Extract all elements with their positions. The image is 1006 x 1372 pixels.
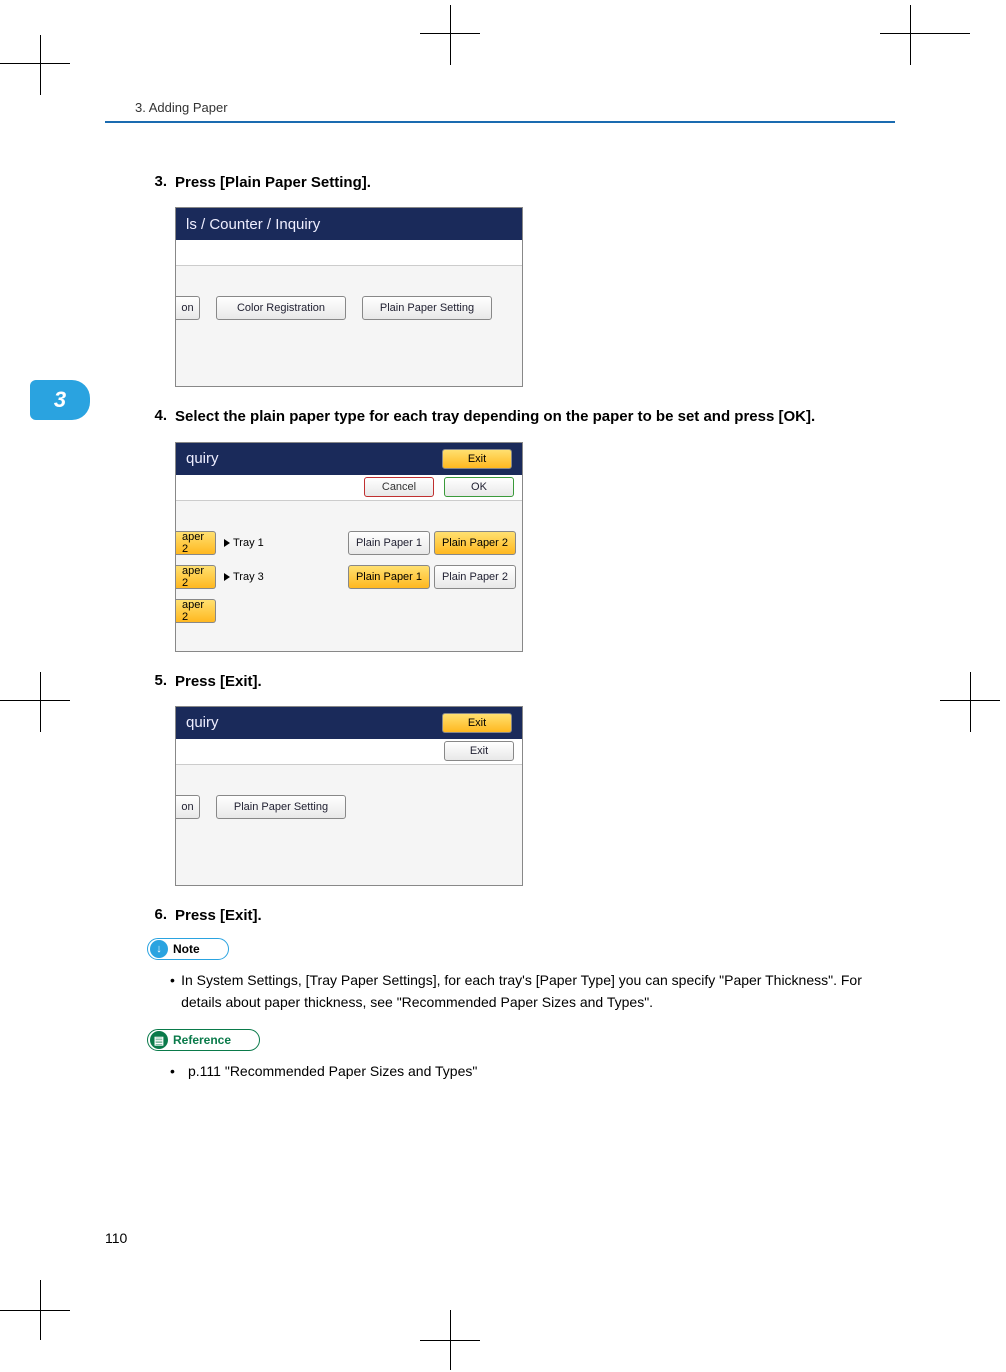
down-arrow-icon: ↓ [150, 940, 168, 958]
screen-titlebar: ls / Counter / Inquiry [176, 208, 522, 240]
page-header: 3. Adding Paper [105, 100, 895, 123]
step-text: Press [Exit]. [175, 672, 262, 692]
screenshot-2: quiry Exit Cancel OK aper 2 Tray 1 Plain… [175, 442, 523, 652]
screen-toolbar [176, 240, 522, 266]
button-fragment[interactable]: on [176, 296, 200, 320]
screen-body: on Color Registration Plain Paper Settin… [176, 266, 522, 386]
note-label: Note [173, 942, 200, 956]
chapter-title: 3. Adding Paper [105, 100, 895, 115]
step-text: Press [Plain Paper Setting]. [175, 173, 371, 193]
bullet-icon: • [170, 1061, 188, 1083]
screenshot-3: quiry Exit Exit on Plain Paper Setting [175, 706, 523, 886]
note-text: In System Settings, [Tray Paper Settings… [181, 970, 895, 1013]
play-icon [224, 539, 230, 547]
plain-paper-2-button[interactable]: Plain Paper 2 [434, 531, 516, 555]
screen-body: aper 2 Tray 1 Plain Paper 1 Plain Paper … [176, 501, 522, 651]
tray-3-label: Tray 3 [224, 571, 294, 583]
exit-button[interactable]: Exit [442, 713, 512, 733]
step-number: 5. [147, 672, 175, 692]
step-number: 6. [147, 906, 175, 926]
reference-callout: ▤ Reference [147, 1029, 260, 1051]
plain-paper-2-button[interactable]: Plain Paper 2 [434, 565, 516, 589]
screen-toolbar: Exit [176, 739, 522, 765]
crop-mark [450, 1310, 451, 1370]
plain-paper-1-button[interactable]: Plain Paper 1 [348, 565, 430, 589]
crop-mark [970, 672, 971, 732]
step-5: 5. Press [Exit]. [147, 672, 895, 692]
crop-mark [40, 672, 41, 732]
reference-label: Reference [173, 1033, 231, 1047]
page-content: 3 3. Adding Paper 3. Press [Plain Paper … [105, 100, 895, 1093]
screen-titlebar: quiry Exit [176, 443, 522, 475]
crop-mark [40, 1280, 41, 1340]
ok-button[interactable]: OK [444, 477, 514, 497]
plain-paper-setting-button[interactable]: Plain Paper Setting [216, 795, 346, 819]
exit-button[interactable]: Exit [442, 449, 512, 469]
crop-mark [40, 35, 41, 95]
screen-toolbar: Cancel OK [176, 475, 522, 501]
step-4: 4. Select the plain paper type for each … [147, 407, 895, 427]
note-bullet: • In System Settings, [Tray Paper Settin… [170, 970, 895, 1013]
crop-mark [880, 33, 970, 34]
screen-title: quiry [186, 714, 219, 731]
crop-mark [0, 63, 70, 64]
step-6: 6. Press [Exit]. [147, 906, 895, 926]
screenshot-1: ls / Counter / Inquiry on Color Registra… [175, 207, 523, 387]
tag-fragment[interactable]: aper 2 [176, 599, 216, 623]
step-text: Select the plain paper type for each tra… [175, 407, 815, 427]
page-number: 110 [105, 1230, 127, 1246]
chapter-tab: 3 [30, 380, 90, 420]
note-callout: ↓ Note [147, 938, 229, 960]
screen-titlebar: quiry Exit [176, 707, 522, 739]
screen-title: ls / Counter / Inquiry [186, 216, 320, 233]
crop-mark [910, 5, 911, 65]
reference-bullet: • p.111 "Recommended Paper Sizes and Typ… [170, 1061, 895, 1083]
tag-fragment[interactable]: aper 2 [176, 565, 216, 589]
reference-text: p.111 "Recommended Paper Sizes and Types… [188, 1061, 477, 1083]
bullet-icon: • [170, 970, 181, 1013]
document-icon: ▤ [150, 1031, 168, 1049]
plain-paper-1-button[interactable]: Plain Paper 1 [348, 531, 430, 555]
screen-title: quiry [186, 450, 219, 467]
tray-1-label: Tray 1 [224, 537, 294, 549]
step-number: 3. [147, 173, 175, 193]
step-number: 4. [147, 407, 175, 427]
cancel-button[interactable]: Cancel [364, 477, 434, 497]
button-fragment[interactable]: on [176, 795, 200, 819]
color-registration-button[interactable]: Color Registration [216, 296, 346, 320]
crop-mark [0, 1310, 70, 1311]
crop-mark [450, 5, 451, 65]
exit-button[interactable]: Exit [444, 741, 514, 761]
crop-mark [0, 700, 70, 701]
plain-paper-setting-button[interactable]: Plain Paper Setting [362, 296, 492, 320]
play-icon [224, 573, 230, 581]
step-3: 3. Press [Plain Paper Setting]. [147, 173, 895, 193]
step-text: Press [Exit]. [175, 906, 262, 926]
tag-fragment[interactable]: aper 2 [176, 531, 216, 555]
screen-body: on Plain Paper Setting [176, 765, 522, 885]
